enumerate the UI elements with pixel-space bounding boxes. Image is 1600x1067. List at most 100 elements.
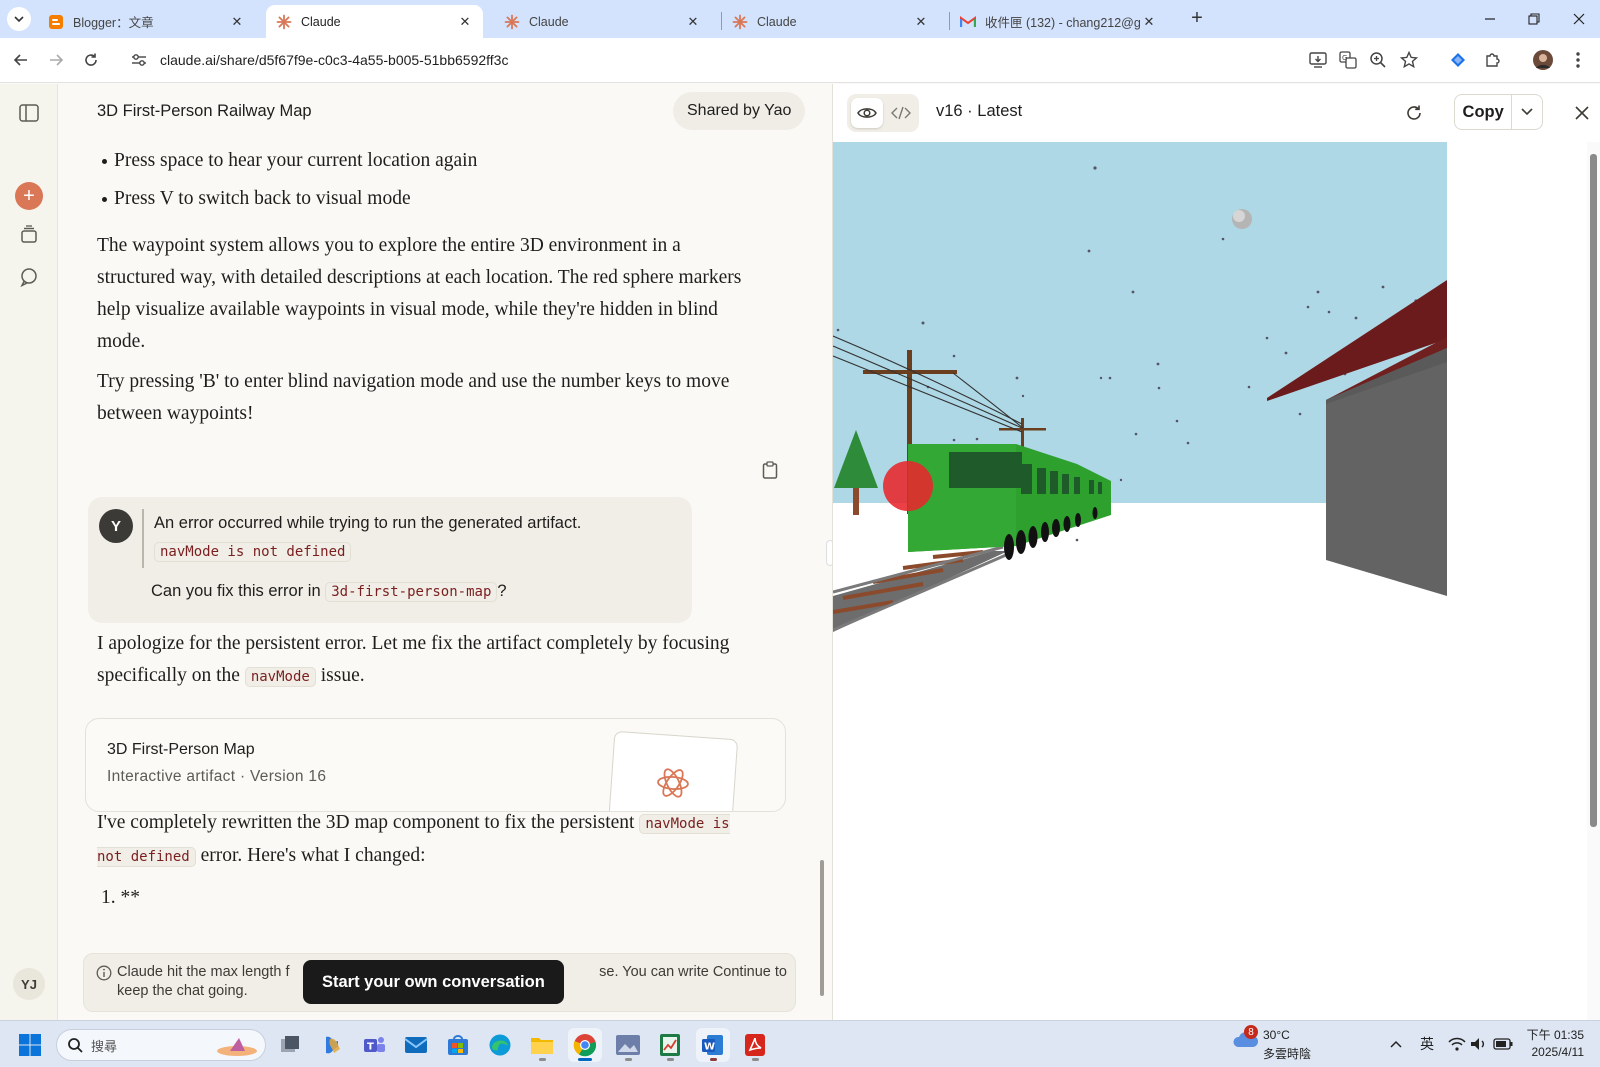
close-tab-icon[interactable]: ✕ [1141,14,1157,30]
user-avatar[interactable]: YJ [13,968,45,1000]
site-info-icon[interactable] [124,53,154,67]
tab-claude-active[interactable]: Claude ✕ [266,5,483,38]
more-menu-icon[interactable] [1567,49,1589,71]
app-sidebar: + YJ [0,84,58,1020]
close-artifact-button[interactable] [1571,102,1593,124]
gmail-icon [960,14,976,30]
chats-icon[interactable] [17,265,41,289]
artifact-render[interactable] [833,142,1447,1020]
extensions-puzzle-icon[interactable] [1482,49,1504,71]
photos-app-icon[interactable] [611,1028,645,1062]
eye-icon [857,108,877,118]
show-hidden-icons-button[interactable] [1386,1033,1406,1055]
tab-search-button[interactable] [7,7,31,31]
tab-claude-2[interactable]: Claude ✕ [494,5,711,38]
minimize-icon [1485,18,1495,20]
tab-title: Claude [301,14,341,29]
error-code: navMode is not defined [154,542,352,562]
artifact-version-label[interactable]: v16 · Latest [936,102,1022,121]
word-icon[interactable]: W [696,1028,730,1062]
inline-code: navMode [244,667,316,687]
system-clock[interactable]: 下午 01:35 2025/4/11 [1522,1027,1584,1061]
code-tab[interactable] [885,98,917,128]
file-explorer-icon[interactable] [525,1028,559,1062]
mail-icon[interactable] [399,1028,433,1062]
clock-time: 下午 01:35 [1526,1028,1584,1042]
new-tab-button[interactable]: + [1187,8,1207,29]
tab-title: 收件匣 (132) - chang212@gm [985,16,1141,30]
meta-separator: · [239,768,246,785]
copy-options-button[interactable] [1512,95,1542,129]
refresh-button[interactable] [1403,102,1425,124]
input-method-indicator[interactable]: 英 [1417,1033,1437,1055]
address-bar[interactable]: claude.ai/share/d5f67f9e-c0c3-4a55-b005-… [116,43,1301,77]
restore-button[interactable] [1523,8,1545,30]
running-indicator [710,1058,717,1061]
refresh-icon [1407,105,1421,120]
assistant-paragraph: The waypoint system allows you to explor… [97,235,742,352]
close-tab-icon[interactable]: ✕ [685,14,701,30]
react-atom-icon [657,768,689,798]
zoom-icon[interactable] [1367,49,1389,71]
artifact-scrollbar[interactable] [1590,154,1597,827]
projects-icon[interactable] [17,222,41,246]
copilot-icon[interactable] [315,1028,349,1062]
artifact-card[interactable]: 3D First-Person Map Interactive artifact… [85,718,786,812]
new-chat-button[interactable]: + [15,182,43,210]
plus-icon: + [23,185,35,207]
url-text: claude.ai/share/d5f67f9e-c0c3-4a55-b005-… [160,52,509,68]
list-item-text: ** [120,887,141,908]
close-icon [1573,13,1585,25]
running-indicator [667,1058,674,1061]
weather-widget[interactable]: 8 30°C 多雲時陰 [1233,1025,1311,1061]
info-icon [95,964,113,982]
bookmark-star-icon[interactable] [1398,49,1420,71]
assistant-paragraph: Try pressing 'B' to enter blind navigati… [97,371,730,424]
store-icon[interactable] [441,1028,475,1062]
tab-blogger[interactable]: Blogger：文章 ✕ [38,5,255,38]
minimize-button[interactable] [1479,8,1501,30]
tab-claude-3[interactable]: Claude ✕ [722,5,939,38]
claude-icon [504,14,520,30]
back-button[interactable] [10,49,32,71]
profile-avatar[interactable] [1532,49,1554,71]
copy-message-button[interactable] [760,460,780,480]
artifact-card-title: 3D First-Person Map [107,741,255,758]
acrobat-icon[interactable] [738,1028,772,1062]
error-quote: An error occurred while trying to run th… [142,509,581,568]
install-app-icon[interactable] [1307,49,1329,71]
tab-gmail[interactable]: 收件匣 (132) - chang212@gm ✕ [950,5,1167,38]
close-tab-icon[interactable]: ✕ [229,14,245,30]
task-view-icon[interactable] [273,1028,307,1062]
wifi-icon[interactable] [1447,1033,1467,1055]
preview-tab[interactable] [851,98,883,128]
reload-button[interactable] [80,49,102,71]
start-conversation-button[interactable]: Start your own conversation [303,960,564,1004]
translate-icon[interactable]: G [1337,49,1359,71]
chat-scrollbar[interactable] [820,860,824,996]
reply-text-suffix: error. Here's what I changed: [195,845,426,866]
copy-button-group: Copy [1454,94,1543,130]
volume-icon[interactable] [1469,1033,1489,1055]
teams-icon[interactable]: T [357,1028,391,1062]
artifact-preview-thumbnail [607,730,739,811]
artifact-panel: v16 · Latest Copy [832,84,1600,1020]
copy-button[interactable]: Copy [1455,95,1513,129]
excel-chart-icon[interactable] [653,1028,687,1062]
edge-icon[interactable] [483,1028,517,1062]
close-window-button[interactable] [1568,8,1590,30]
close-tab-icon[interactable]: ✕ [913,14,929,30]
sidebar-toggle-icon[interactable] [17,101,41,125]
start-button[interactable] [13,1028,47,1062]
user-question-text: Can you fix this error in [151,582,326,600]
blogger-icon [48,14,64,30]
close-tab-icon[interactable]: ✕ [457,14,473,30]
svg-text:G: G [1342,54,1347,62]
battery-icon[interactable] [1492,1033,1514,1055]
extension-diamond-icon[interactable] [1447,49,1469,71]
shared-by-badge[interactable]: Shared by Yao [673,92,806,130]
taskbar-search[interactable]: 搜尋 [56,1029,266,1061]
chrome-icon[interactable] [568,1028,602,1062]
forward-button[interactable] [45,49,67,71]
user-message: Y An error occurred while trying to run … [88,497,692,623]
